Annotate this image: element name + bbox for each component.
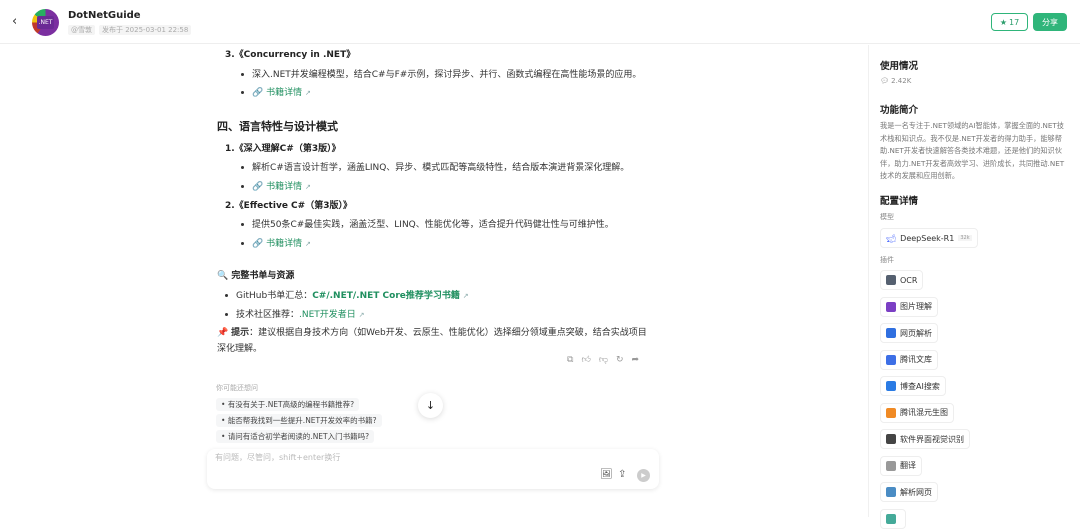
message-icon: 💬︎ [880, 77, 892, 85]
book-desc: 解析C#语言设计哲学，涵盖LINQ、异步、模式匹配等高级特性，结合版本演进背景深… [241, 160, 629, 173]
search-icon: 🔍 [217, 271, 232, 281]
usage-count: 💬︎ 2.42K [880, 77, 912, 85]
plugin-name: 网页解析 [900, 328, 932, 338]
link-icon: 🔗 [252, 88, 267, 98]
external-link-icon: ↗ [304, 89, 311, 97]
config-heading: 配置详情 [880, 196, 919, 207]
community-link[interactable]: .NET开发者日 [299, 310, 356, 320]
plugin-chip[interactable] [880, 508, 906, 529]
deepseek-icon: 🐋︎ [886, 233, 897, 243]
plugin-name: 博查AI搜索 [900, 381, 940, 391]
star-button[interactable]: ★ 17 [991, 13, 1028, 31]
send-button[interactable]: ▶ [637, 469, 650, 482]
external-link-icon: ↗ [304, 183, 311, 191]
plugin-name: OCR [900, 275, 918, 285]
plugin-name: 腾讯混元生图 [900, 408, 948, 417]
pin-icon: 📌 [217, 328, 232, 338]
link-icon: 🔗 [252, 239, 267, 249]
book-title: 1.《深入理解C#（第3版）》 [225, 144, 341, 154]
plugin-name: 软件界面视觉识别 [900, 434, 964, 444]
plugin-chip[interactable]: 软件界面视觉识别 [880, 429, 970, 449]
github-resource: GitHub书单汇总：C#/.NET/.NET Core推荐学习书籍 ↗ [225, 288, 469, 301]
plugin-chip[interactable]: 图片理解 [880, 296, 938, 317]
plugin-icon [886, 487, 896, 497]
tip-continued: 深化理解。 [217, 344, 263, 354]
link-icon: 🔗 [252, 182, 267, 192]
header: ‹ .NET DotNetGuide @雪敦 发布于 2025-03-01 22:… [0, 0, 1080, 44]
bot-name: DotNetGuide [68, 10, 141, 21]
plugin-icon [886, 434, 896, 444]
published-date: 发布于 2025-03-01 22:58 [99, 25, 192, 35]
file-upload-icon[interactable]: ⇪ [618, 469, 626, 480]
plugin-name: 解析网页 [900, 487, 932, 497]
image-upload-icon[interactable]: 🖼︎ [600, 469, 613, 480]
chat-input-box: 🖼︎ ⇪ ▶ [207, 449, 659, 489]
suggestions-label: 你可能还想问 [216, 384, 258, 392]
external-link-icon: ↗ [304, 240, 311, 248]
scroll-down-button[interactable]: ↓ [418, 393, 443, 418]
tip: 📌 提示：建议根据自身技术方向（如Web开发、云原生、性能优化）选择细分领域重点… [217, 328, 647, 338]
plugin-chip[interactable]: OCR [880, 270, 924, 290]
chat-input[interactable] [215, 453, 595, 462]
book-title: 3.《Concurrency in .NET》 [225, 50, 356, 60]
thumbs-down-icon[interactable]: 👎︎ [599, 355, 608, 365]
plugin-icon [886, 354, 896, 365]
bot-meta: @雪敦 发布于 2025-03-01 22:58 [68, 25, 195, 35]
section-heading: 四、语言特性与设计模式 [217, 120, 338, 133]
book-link[interactable]: 🔗 书籍详情 ↗ [241, 179, 311, 192]
author: @雪敦 [68, 25, 95, 35]
plugin-chip[interactable]: 解析网页 [880, 482, 938, 502]
copy-icon[interactable]: ⧉ [567, 355, 573, 365]
plugin-name: 图片理解 [900, 302, 932, 311]
plugin-name: 腾讯文库 [900, 355, 932, 364]
plugin-icon [886, 328, 896, 338]
usage-heading: 使用情况 [880, 61, 919, 72]
thumbs-up-icon[interactable]: 👍︎ [581, 355, 590, 365]
intro-text: 我是一名专注于.NET领域的AI智能体，掌握全面的.NET技术栈和知识点。我不仅… [880, 121, 1065, 180]
plugin-chip[interactable]: 博查AI搜索 [880, 376, 946, 396]
suggestion-item[interactable]: • 能否帮我找到一些提升.NET开发效率的书籍? [216, 414, 382, 427]
external-link-icon: ↗ [462, 292, 469, 300]
plugin-icon [886, 275, 896, 285]
model-label: 模型 [880, 213, 894, 221]
plugin-chip[interactable]: 腾讯文库 [880, 349, 938, 370]
plugin-icon [886, 381, 896, 391]
share-icon[interactable]: ➦ [632, 355, 640, 365]
avatar[interactable]: .NET [32, 9, 59, 36]
plugin-chip[interactable]: 网页解析 [880, 323, 938, 343]
github-link[interactable]: C#/.NET/.NET Core推荐学习书籍 [312, 291, 460, 301]
book-link[interactable]: 🔗 书籍详情 ↗ [241, 85, 311, 98]
plugin-icon [886, 301, 896, 312]
resources-heading: 🔍 完整书单与资源 [217, 271, 295, 281]
suggestion-item[interactable]: • 有没有关于.NET高级的编程书籍推荐? [216, 398, 360, 411]
book-title: 2.《Effective C#（第3版）》 [225, 201, 352, 211]
arrow-down-icon: ↓ [425, 399, 436, 412]
share-button[interactable]: 分享 [1033, 13, 1067, 31]
back-button[interactable]: ‹ [12, 14, 17, 29]
plugin-icon [886, 460, 896, 471]
plugin-icon [886, 513, 896, 524]
plugin-chip[interactable]: 腾讯混元生图 [880, 402, 954, 423]
message-actions: ⧉ 👍︎ 👎︎ ↻ ➦ [567, 355, 639, 365]
intro-heading: 功能简介 [880, 105, 919, 116]
star-icon: ★ [999, 17, 1007, 27]
plugin-icon [886, 407, 896, 418]
book-desc: 提供50条C#最佳实践，涵盖泛型、LINQ、性能优化等，适合提升代码健壮性与可维… [241, 217, 614, 230]
plugin-name: 翻译 [900, 461, 916, 470]
plugins-label: 插件 [880, 256, 894, 264]
model-chip[interactable]: 🐋︎ DeepSeek-R1 32k [880, 228, 978, 248]
plugin-chip[interactable]: 翻译 [880, 455, 922, 476]
community-resource: 技术社区推荐：.NET开发者日 ↗ [225, 307, 365, 320]
regenerate-icon[interactable]: ↻ [616, 355, 624, 365]
book-link[interactable]: 🔗 书籍详情 ↗ [241, 236, 311, 249]
book-desc: 深入.NET并发编程模型，结合C#与F#示例，探讨异步、并行、函数式编程在高性能… [241, 67, 641, 80]
suggestion-item[interactable]: • 请问有适合初学者阅读的.NET入门书籍吗? [216, 430, 375, 443]
external-link-icon: ↗ [358, 311, 365, 319]
